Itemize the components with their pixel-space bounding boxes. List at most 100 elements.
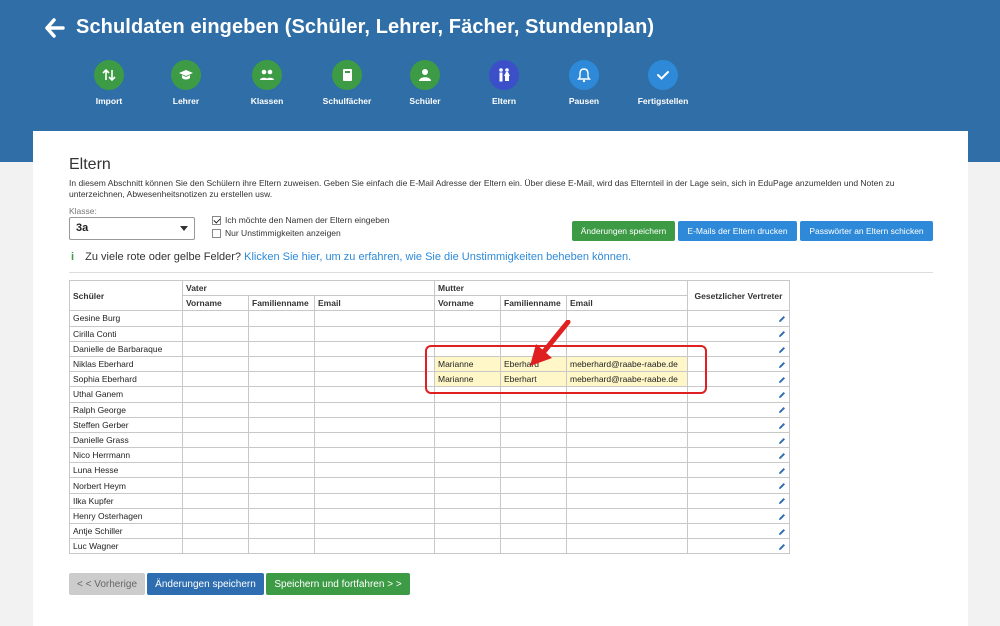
mother-email-cell[interactable] [566, 477, 688, 494]
step-schüler[interactable]: Schüler [380, 60, 470, 106]
conflicts-only-checkbox[interactable] [212, 228, 221, 238]
father-lastname-cell[interactable] [248, 538, 315, 555]
mother-firstname-cell[interactable] [434, 431, 501, 449]
mother-email-cell[interactable] [566, 492, 688, 509]
mother-firstname-cell[interactable] [434, 401, 501, 418]
father-lastname-cell[interactable] [248, 325, 315, 342]
father-firstname-cell[interactable] [182, 371, 249, 388]
father-firstname-cell[interactable] [182, 340, 249, 357]
save-changes-button-bottom[interactable]: Änderungen speichern [147, 573, 264, 595]
mother-lastname-cell[interactable] [500, 401, 567, 418]
mother-email-cell[interactable] [566, 325, 688, 342]
mother-email-cell[interactable] [566, 507, 688, 525]
mother-firstname-cell[interactable] [434, 492, 501, 509]
pencil-icon[interactable] [778, 330, 786, 338]
mother-email-cell[interactable] [566, 522, 688, 540]
step-fertigstellen[interactable]: Fertigstellen [618, 60, 708, 106]
mother-firstname-cell[interactable] [434, 447, 501, 464]
mother-firstname-cell[interactable] [434, 416, 501, 433]
father-email-cell[interactable] [314, 416, 435, 433]
father-email-cell[interactable] [314, 401, 435, 418]
father-firstname-cell[interactable] [182, 477, 249, 494]
mother-lastname-cell[interactable] [500, 462, 567, 479]
pencil-icon[interactable] [778, 543, 786, 551]
father-email-cell[interactable] [314, 325, 435, 342]
pencil-icon[interactable] [778, 315, 786, 323]
father-firstname-cell[interactable] [182, 522, 249, 540]
pencil-icon[interactable] [778, 361, 786, 369]
pencil-icon[interactable] [778, 422, 786, 430]
father-lastname-cell[interactable] [248, 447, 315, 464]
father-lastname-cell[interactable] [248, 386, 315, 403]
mother-firstname-cell[interactable] [434, 310, 501, 327]
save-changes-button-top[interactable]: Änderungen speichern [572, 221, 675, 241]
father-email-cell[interactable] [314, 538, 435, 555]
step-schulfächer[interactable]: Schulfächer [302, 60, 392, 106]
father-email-cell[interactable] [314, 431, 435, 449]
mother-email-cell[interactable] [566, 401, 688, 418]
previous-button[interactable]: < < Vorherige [69, 573, 145, 595]
father-lastname-cell[interactable] [248, 416, 315, 433]
father-firstname-cell[interactable] [182, 325, 249, 342]
father-lastname-cell[interactable] [248, 431, 315, 449]
pencil-icon[interactable] [778, 452, 786, 460]
father-firstname-cell[interactable] [182, 431, 249, 449]
father-lastname-cell[interactable] [248, 507, 315, 525]
father-email-cell[interactable] [314, 447, 435, 464]
father-lastname-cell[interactable] [248, 310, 315, 327]
father-email-cell[interactable] [314, 371, 435, 388]
mother-lastname-cell[interactable] [500, 477, 567, 494]
back-arrow-icon[interactable] [44, 16, 66, 40]
pencil-icon[interactable] [778, 406, 786, 414]
mother-email-cell[interactable] [566, 462, 688, 479]
mother-email-cell[interactable] [566, 447, 688, 464]
send-passwords-button[interactable]: Passwörter an Eltern schicken [800, 221, 933, 241]
mother-lastname-cell[interactable] [500, 507, 567, 525]
step-klassen[interactable]: Klassen [222, 60, 312, 106]
father-email-cell[interactable] [314, 386, 435, 403]
father-lastname-cell[interactable] [248, 462, 315, 479]
mother-email-cell[interactable] [566, 431, 688, 449]
class-select[interactable]: 3a [69, 217, 195, 240]
father-firstname-cell[interactable] [182, 355, 249, 373]
pencil-icon[interactable] [778, 467, 786, 475]
mother-email-cell[interactable] [566, 416, 688, 433]
father-firstname-cell[interactable] [182, 310, 249, 327]
father-firstname-cell[interactable] [182, 462, 249, 479]
father-firstname-cell[interactable] [182, 447, 249, 464]
pencil-icon[interactable] [778, 437, 786, 445]
mother-firstname-cell[interactable] [434, 325, 501, 342]
pencil-icon[interactable] [778, 513, 786, 521]
print-emails-button[interactable]: E-Mails der Eltern drucken [678, 221, 797, 241]
pencil-icon[interactable] [778, 376, 786, 384]
father-firstname-cell[interactable] [182, 538, 249, 555]
mother-firstname-cell[interactable] [434, 477, 501, 494]
father-email-cell[interactable] [314, 492, 435, 509]
mother-email-cell[interactable] [566, 310, 688, 327]
pencil-icon[interactable] [778, 497, 786, 505]
mother-firstname-cell[interactable] [434, 507, 501, 525]
father-email-cell[interactable] [314, 522, 435, 540]
father-email-cell[interactable] [314, 355, 435, 373]
father-firstname-cell[interactable] [182, 416, 249, 433]
pencil-icon[interactable] [778, 528, 786, 536]
mother-lastname-cell[interactable] [500, 538, 567, 555]
conflicts-only-option[interactable]: Nur Unstimmigkeiten anzeigen [212, 228, 341, 238]
mother-lastname-cell[interactable] [500, 416, 567, 433]
father-lastname-cell[interactable] [248, 522, 315, 540]
enter-names-option[interactable]: Ich möchte den Namen der Eltern eingeben [212, 215, 389, 225]
father-lastname-cell[interactable] [248, 371, 315, 388]
mother-email-cell[interactable] [566, 538, 688, 555]
mother-lastname-cell[interactable] [500, 522, 567, 540]
enter-names-checkbox[interactable] [212, 215, 221, 225]
pencil-icon[interactable] [778, 346, 786, 354]
mother-lastname-cell[interactable] [500, 492, 567, 509]
mother-lastname-cell[interactable] [500, 447, 567, 464]
step-lehrer[interactable]: Lehrer [141, 60, 231, 106]
father-firstname-cell[interactable] [182, 492, 249, 509]
pencil-icon[interactable] [778, 482, 786, 490]
mother-firstname-cell[interactable] [434, 538, 501, 555]
pencil-icon[interactable] [778, 391, 786, 399]
father-firstname-cell[interactable] [182, 386, 249, 403]
father-lastname-cell[interactable] [248, 340, 315, 357]
